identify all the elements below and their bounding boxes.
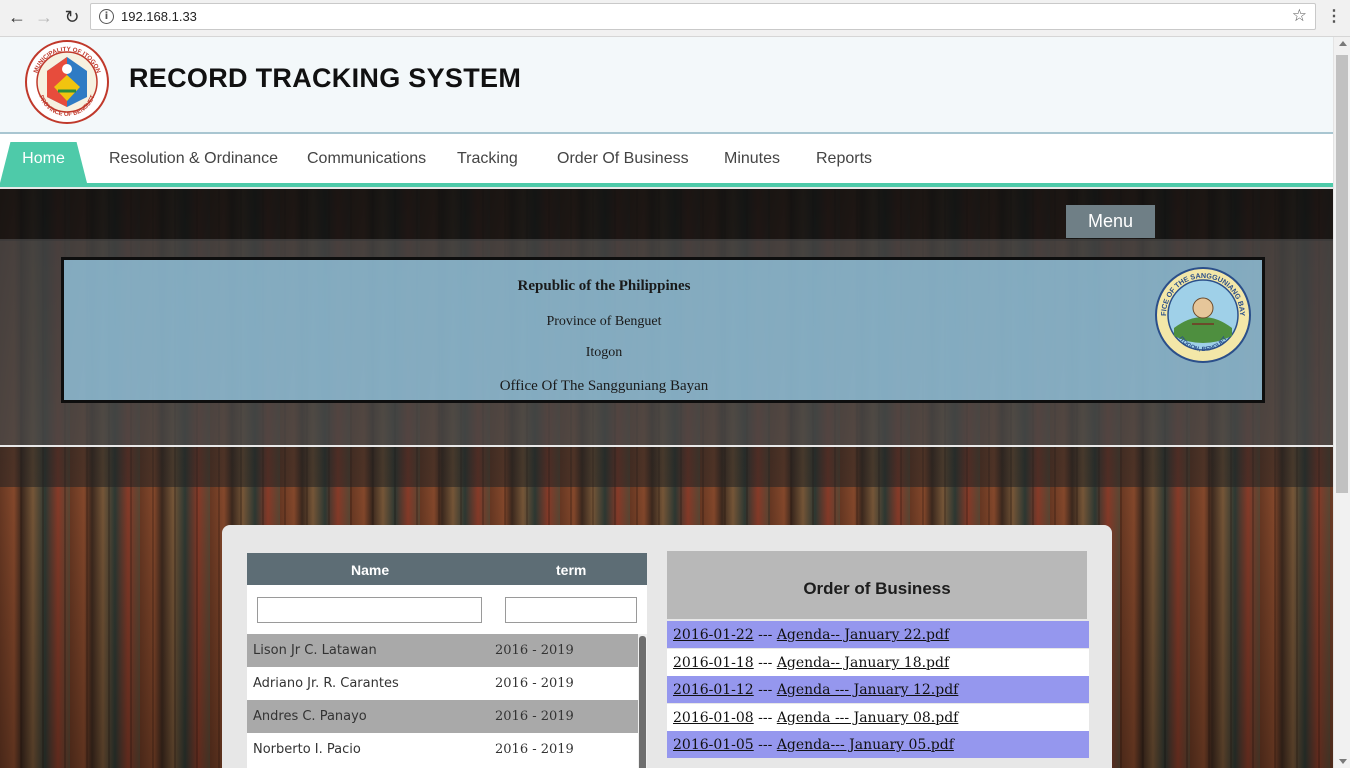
agenda-file-link[interactable]: Agenda-- January 18.pdf [777,655,949,671]
nav-tab-tracking[interactable]: Tracking [457,150,518,168]
members-filter-row [247,585,647,634]
list-item: 2016-01-18 --- Agenda-- January 18.pdf [667,649,1089,676]
address-bar[interactable]: i 192.168.1.33 ☆ [90,3,1316,30]
page-scrollbar[interactable] [1333,37,1350,768]
cell-name: Adriano Jr. R. Carantes [253,676,399,691]
scroll-down-arrow-icon[interactable] [1339,759,1347,764]
scroll-up-arrow-icon[interactable] [1339,41,1347,46]
back-arrow-icon[interactable]: ← [6,6,28,28]
list-item: 2016-01-12 --- Agenda --- January 12.pdf [667,676,1089,703]
separator-text: --- [753,682,777,698]
agenda-file-link[interactable]: Agenda --- January 12.pdf [777,682,959,698]
municipality-logo: MUNICIPALITY OF ITOGON PROVINCE OF BENGU… [25,40,109,124]
bookmark-star-icon[interactable]: ☆ [1292,6,1307,26]
list-item: 2016-01-22 --- Agenda-- January 22.pdf [667,621,1089,648]
government-info-panel: Republic of the Philippines Province of … [61,257,1265,403]
browser-menu-icon[interactable]: ⋮ [1326,7,1342,27]
agenda-file-link[interactable]: Agenda-- January 22.pdf [777,627,949,643]
site-header: MUNICIPALITY OF ITOGON PROVINCE OF BENGU… [0,37,1333,134]
column-header-name[interactable]: Name [351,562,389,578]
nav-tab-order-of-business[interactable]: Order Of Business [557,150,689,168]
separator-text: --- [753,627,777,643]
list-item: 2016-01-08 --- Agenda --- January 08.pdf [667,704,1089,731]
url-text: 192.168.1.33 [121,9,197,24]
cell-term: 2016 - 2019 [495,676,574,691]
agenda-date-link[interactable]: 2016-01-18 [673,655,754,671]
members-table-body: Lison Jr C. Latawan 2016 - 2019 Adriano … [247,634,647,768]
order-of-business-title: Order of Business [803,579,951,598]
site-title: RECORD TRACKING SYSTEM [129,63,522,93]
agenda-date-link[interactable]: 2016-01-12 [673,682,754,698]
gov-republic-text: Republic of the Philippines [517,278,691,294]
forward-arrow-icon[interactable]: → [33,6,55,28]
agenda-file-link[interactable]: Agenda--- January 05.pdf [777,737,954,753]
cell-name: Norberto I. Pacio [253,742,361,757]
nav-tab-reports[interactable]: Reports [816,150,872,168]
members-table-header: Name term [247,553,647,585]
cell-term: 2016 - 2019 [495,709,574,724]
order-of-business-header: Order of Business [667,551,1087,619]
term-filter-input[interactable] [505,597,637,623]
separator-text: --- [753,737,777,753]
agenda-date-link[interactable]: 2016-01-08 [673,710,754,726]
table-scrollbar-thumb[interactable] [639,636,646,768]
table-scrollbar[interactable] [638,634,647,768]
table-row[interactable]: Lison Jr C. Latawan 2016 - 2019 [247,634,639,667]
cell-name: Lison Jr C. Latawan [253,643,377,658]
agenda-file-link[interactable]: Agenda --- January 08.pdf [777,710,959,726]
column-header-term[interactable]: term [556,562,586,578]
gov-town-text: Itogon [585,345,623,360]
page-viewport: MUNICIPALITY OF ITOGON PROVINCE OF BENGU… [0,37,1333,768]
cell-term: 2016 - 2019 [495,742,574,757]
reload-icon[interactable]: ↻ [61,6,83,28]
nav-tab-minutes[interactable]: Minutes [724,150,780,168]
gov-province-text: Province of Benguet [546,314,662,329]
menu-button[interactable]: Menu [1066,205,1155,238]
content-card: Name term Lison Jr C. Latawan 2016 - 201… [222,525,1112,768]
cell-name: Andres C. Panayo [253,709,367,724]
site-info-icon[interactable]: i [99,9,114,24]
separator-text: --- [753,710,777,726]
name-filter-input[interactable] [257,597,482,623]
nav-tab-resolution-ordinance[interactable]: Resolution & Ordinance [109,150,278,168]
scrollbar-thumb[interactable] [1336,55,1348,493]
nav-tab-communications[interactable]: Communications [307,150,426,168]
table-row[interactable]: Adriano Jr. R. Carantes 2016 - 2019 [247,667,639,700]
agenda-date-link[interactable]: 2016-01-22 [673,627,754,643]
list-item: 2016-01-05 --- Agenda--- January 05.pdf [667,731,1089,758]
nav-tab-home[interactable]: Home [0,142,87,183]
browser-toolbar: ← → ↻ i 192.168.1.33 ☆ ⋮ [0,0,1350,37]
table-row[interactable]: Norberto I. Pacio 2016 - 2019 [247,733,639,766]
main-navbar: Home Resolution & Ordinance Communicatio… [0,134,1333,187]
sangguniang-bayan-seal: OFFICE OF THE SANGGUNIANG BAYAN ITOGON, … [1154,266,1251,363]
table-row[interactable]: Andres C. Panayo 2016 - 2019 [247,700,639,733]
agenda-date-link[interactable]: 2016-01-05 [673,737,754,753]
separator-text: --- [753,655,777,671]
cell-term: 2016 - 2019 [495,643,574,658]
gov-office-text: Office Of The Sangguniang Bayan [499,378,709,394]
